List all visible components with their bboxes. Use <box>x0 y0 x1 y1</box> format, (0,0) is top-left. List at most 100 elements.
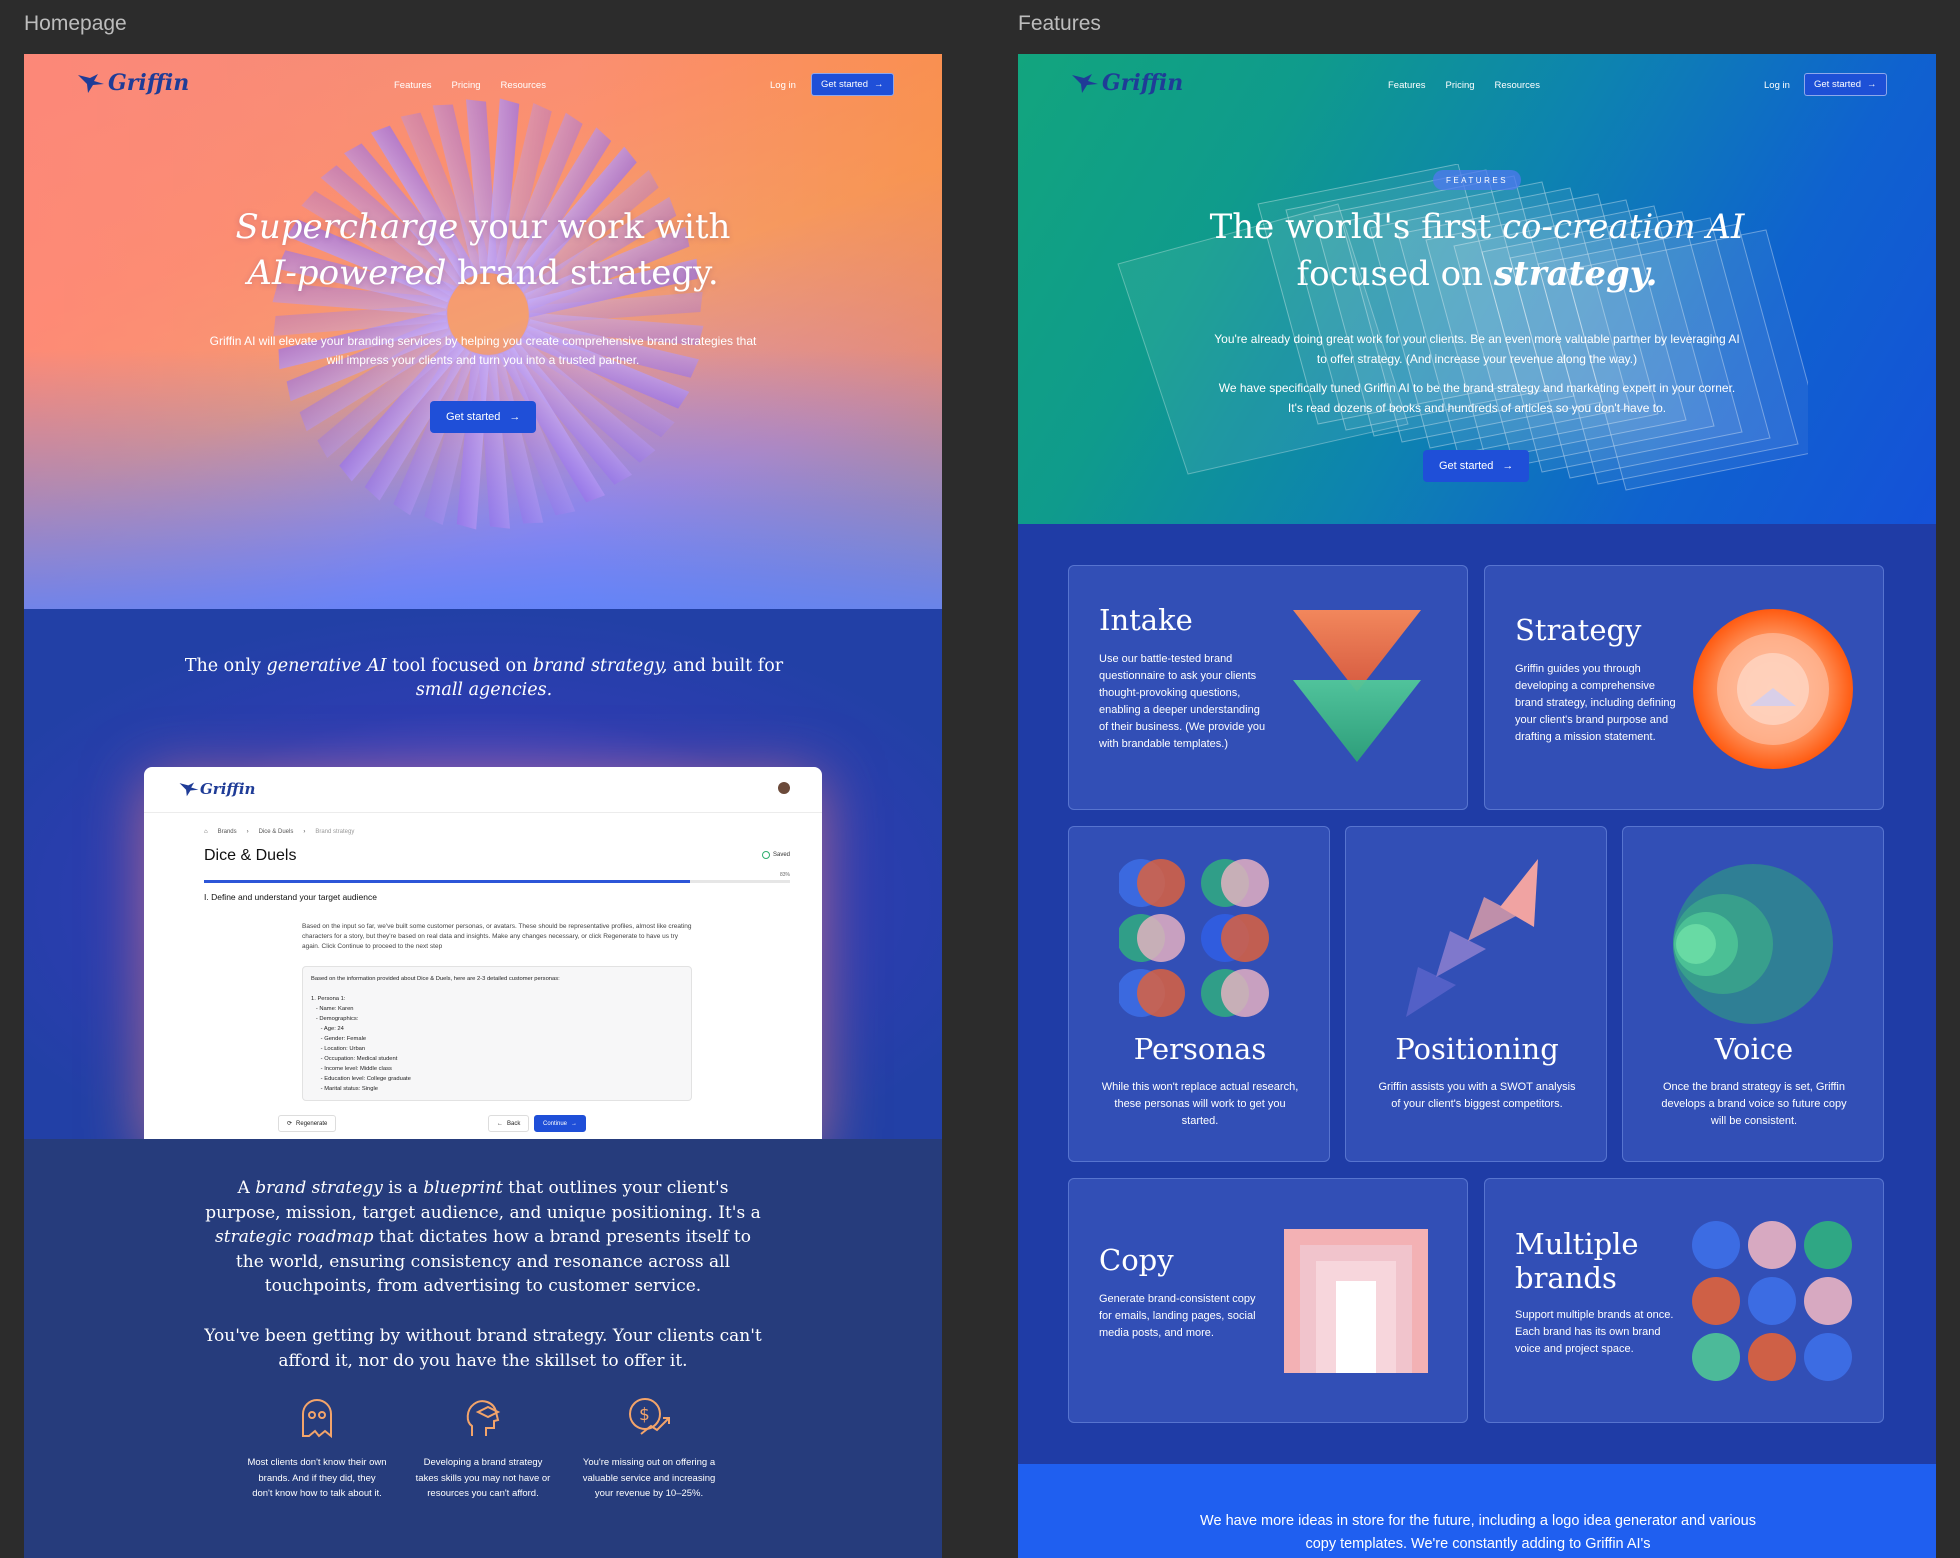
griffin-bird-icon <box>78 74 104 93</box>
login-link[interactable]: Log in <box>1764 80 1790 91</box>
griffin-bird-icon <box>1072 74 1098 93</box>
frame-label-features: Features <box>1018 12 1101 35</box>
home-icon[interactable]: ⌂ <box>204 829 208 835</box>
homepage-frame: Griffin Features Pricing Resources Log i… <box>24 54 942 1558</box>
section-title: The only generative AI tool focused on b… <box>184 656 784 700</box>
nav-pricing[interactable]: Pricing <box>1446 80 1475 91</box>
features-get-started-button[interactable]: Get started → <box>1423 450 1530 482</box>
nav-features[interactable]: Features <box>394 80 432 91</box>
features-nav: Griffin Features Pricing Resources Log i… <box>1018 54 1936 118</box>
arrow-right-icon: → <box>509 411 521 423</box>
app-logo: Griffin <box>178 780 255 798</box>
nav-cta-label: Get started <box>821 79 868 90</box>
back-button[interactable]: ← Back <box>488 1115 530 1132</box>
brand-strategy-definition: A brand strategy is a blueprint that out… <box>205 1178 761 1296</box>
home-nav: Griffin Features Pricing Resources Log i… <box>24 54 942 118</box>
response-line: 1. Persona 1: <box>311 996 346 1002</box>
voice-circles-icon <box>1673 864 1833 1024</box>
card-title: Intake <box>1099 603 1193 637</box>
feature-card-multiple-brands: Multiple brands Support multiple brands a… <box>1484 1178 1884 1423</box>
progress-percent: 83% <box>779 872 790 878</box>
response-line <box>311 984 683 994</box>
feature-card-personas: Personas While this won't replace actual… <box>1068 826 1330 1162</box>
griffin-logo[interactable]: Griffin <box>76 70 189 96</box>
card-text: Griffin assists you with a SWOT analysis… <box>1378 1081 1576 1110</box>
response-line: - Age: 24 <box>311 1026 344 1032</box>
features-grid: Intake Use our battle-tested brand quest… <box>1018 524 1936 1464</box>
features-pill: FEATURES <box>1433 170 1521 190</box>
nav-links: Features Pricing Resources <box>394 80 546 91</box>
brand-dots-icon <box>1692 1221 1852 1381</box>
arrow-right-icon: → <box>874 79 884 90</box>
pain-point: $ You're missing out on offering a valua… <box>579 1396 719 1502</box>
feature-card-positioning: Positioning Griffin assists you with a S… <box>1345 826 1607 1162</box>
response-line: - Education level: College graduate <box>311 1076 411 1082</box>
problem-statement: You've been getting by without brand str… <box>204 1326 762 1371</box>
nav-resources[interactable]: Resources <box>501 80 546 91</box>
avatar[interactable] <box>778 782 790 794</box>
card-title: Positioning <box>1395 1032 1559 1066</box>
step-explanation: Based on the input so far, we've built s… <box>302 923 692 950</box>
features-cta-label: Get started <box>1439 460 1494 472</box>
features-frame: Griffin Features Pricing Resources Log i… <box>1018 54 1936 1558</box>
pain-point: Most clients don't know their own brands… <box>247 1396 387 1502</box>
revenue-chart-icon: $ <box>629 1398 670 1435</box>
feature-card-voice: Voice Once the brand strategy is set, Gr… <box>1622 826 1884 1162</box>
head-graduation-icon <box>466 1400 501 1436</box>
card-title: Voice <box>1714 1032 1794 1066</box>
griffin-logo[interactable]: Griffin <box>1070 70 1183 96</box>
regenerate-button[interactable]: ⟳ Regenerate <box>278 1115 337 1132</box>
response-line: - Income level: Middle class <box>311 1066 392 1072</box>
arrow-right-icon: → <box>1867 79 1877 90</box>
arrow-right-icon: → <box>571 1120 578 1127</box>
nav-get-started-button[interactable]: Get started → <box>811 73 894 96</box>
crumb-brand[interactable]: Dice & Duels <box>259 829 294 835</box>
document-layers-icon <box>1284 1229 1428 1373</box>
response-line: - Gender: Female <box>311 1036 367 1042</box>
refresh-icon: ⟳ <box>287 1121 293 1127</box>
page-title: Dice & Duels <box>204 847 297 864</box>
features-hero: Griffin Features Pricing Resources Log i… <box>1018 54 1936 524</box>
nav-links: Features Pricing Resources <box>1388 80 1540 91</box>
product-preview-section: The only generative AI tool focused on b… <box>24 609 942 1148</box>
card-text: Griffin guides you through developing a … <box>1515 663 1676 743</box>
nav-pricing[interactable]: Pricing <box>452 80 481 91</box>
hero-get-started-button[interactable]: Get started → <box>430 401 537 433</box>
response-line: - Name: Karen <box>311 1006 354 1012</box>
response-line: - Location: Urban <box>311 1046 366 1052</box>
card-title: Strategy <box>1515 613 1642 647</box>
ghost-icon <box>302 1399 332 1438</box>
ascending-arrows-icon <box>1406 859 1538 1017</box>
card-text: While this won't replace actual research… <box>1101 1081 1299 1127</box>
nav-get-started-button[interactable]: Get started → <box>1804 73 1887 96</box>
step-title: I. Define and understand your target aud… <box>204 892 377 902</box>
card-text: Generate brand-consistent copy for email… <box>1099 1293 1256 1339</box>
response-line: - Demographics: <box>311 1016 359 1022</box>
check-circle-icon <box>761 851 770 859</box>
arrow-right-icon: → <box>1502 460 1514 472</box>
progress-fill <box>204 880 691 883</box>
continue-button[interactable]: Continue → <box>534 1115 587 1132</box>
saved-status: Saved <box>761 851 790 859</box>
card-text: Support multiple brands at once. Each br… <box>1515 1309 1674 1355</box>
login-link[interactable]: Log in <box>770 80 796 91</box>
card-title: Multiple brands <box>1515 1227 1639 1295</box>
response-line: - Marital status: Single <box>311 1086 379 1092</box>
response-line: Based on the information provided about … <box>311 976 560 982</box>
frame-label-homepage: Homepage <box>24 12 127 35</box>
nav-cta-label: Get started <box>1814 79 1861 90</box>
hero-cta-label: Get started <box>446 411 501 423</box>
feature-card-intake: Intake Use our battle-tested brand quest… <box>1068 565 1468 810</box>
app-screenshot: Griffin ⌂ Brands › Dice & Duels › Brand st… <box>144 767 822 1148</box>
target-icon <box>1693 609 1853 769</box>
response-line: - Occupation: Medical student <box>311 1056 398 1062</box>
hero-title: Supercharge your work with AI-powered br… <box>235 207 731 293</box>
funnel-triangles-icon <box>1293 610 1421 762</box>
brand-name: Griffin <box>108 70 190 96</box>
nav-resources[interactable]: Resources <box>1495 80 1540 91</box>
crumb-brands[interactable]: Brands <box>218 829 237 835</box>
feature-card-strategy: Strategy Griffin guides you through deve… <box>1484 565 1884 810</box>
feature-card-copy: Copy Generate brand-consistent copy for … <box>1068 1178 1468 1423</box>
ai-response-textarea[interactable]: Based on the information provided about … <box>302 966 692 1101</box>
nav-features[interactable]: Features <box>1388 80 1426 91</box>
